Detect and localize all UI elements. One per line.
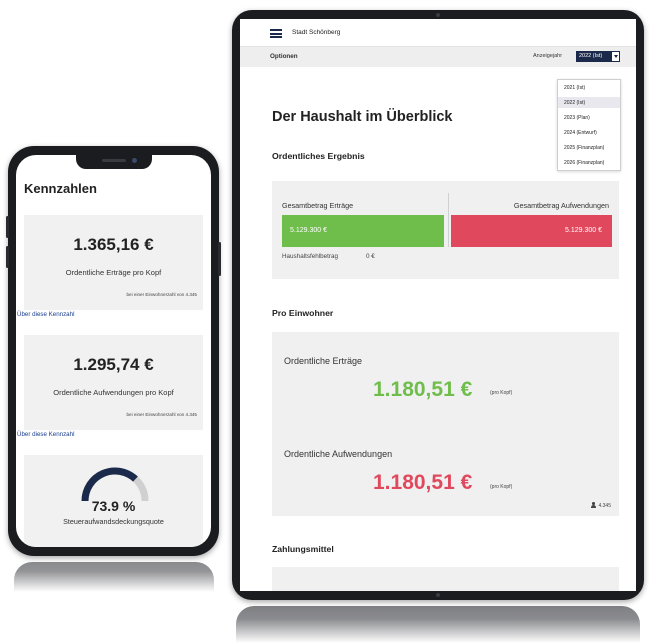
kennzahl-note: bei einer Einwohnerzahl von 4.345 [126, 412, 198, 417]
kennzahl-label: Ordentliche Erträge pro Kopf [65, 268, 162, 277]
year-dropdown: 2021 (Ist) 2022 (Ist) 2023 (Plan) 2024 (… [557, 79, 621, 171]
year-select[interactable]: 2022 (Ist) [576, 51, 620, 62]
gauge [79, 463, 151, 503]
year-option[interactable]: 2021 (Ist) [558, 82, 620, 93]
section-title-ergebnis: Ordentliches Ergebnis [272, 151, 365, 161]
app-title: Stadt Schönberg [292, 29, 341, 36]
phone-device: Kennzahlen 1.365,16 € Ordentliche Erträg… [6, 146, 221, 556]
ew-aufwendungen-label: Ordentliche Aufwendungen [284, 449, 393, 459]
chevron-down-icon [611, 51, 620, 62]
phone-power-button [218, 242, 221, 276]
aufwendungen-label: Gesamtbetrag Aufwendungen [513, 201, 609, 210]
population-value: 4.345 [598, 503, 611, 509]
phone-reflection [14, 562, 214, 592]
phone-side-button [6, 246, 9, 268]
gauge-fill [81, 467, 138, 502]
aufwendungen-bar: 5.129.300 € [451, 215, 612, 247]
ertraege-label: Gesamtbetrag Erträge [282, 201, 354, 210]
tablet-screen: Stadt Schönberg Optionen Anzeigejahr 202… [240, 19, 636, 591]
year-option[interactable]: 2026 (Finanzplan) [558, 157, 620, 168]
ew-ertraege-label: Ordentliche Erträge [284, 356, 363, 366]
tablet-device: Stadt Schönberg Optionen Anzeigejahr 202… [232, 10, 644, 600]
pro-einwohner-panel: Ordentliche Erträge 1.180,51 € (pro Kopf… [272, 332, 619, 516]
year-option[interactable]: 2024 (Entwurf) [558, 127, 620, 138]
ergebnis-panel: Gesamtbetrag Erträge Gesamtbetrag Aufwen… [272, 181, 619, 279]
kennzahl-label: Ordentliche Aufwendungen pro Kopf [53, 388, 174, 397]
camera-icon [132, 158, 137, 163]
section-title-pro-einwohner: Pro Einwohner [272, 308, 334, 318]
ertraege-bar: 5.129.300 € [282, 215, 444, 247]
column-divider [448, 193, 449, 247]
speaker-icon [102, 159, 126, 162]
camera-icon [436, 13, 440, 17]
phone-side-button [6, 216, 9, 238]
aufwendungen-value: 5.129.300 € [565, 227, 602, 234]
options-toggle[interactable]: Optionen [270, 53, 298, 60]
page-title: Der Haushalt im Überblick [272, 109, 453, 125]
ew-ertraege-unit: (pro Kopf) [490, 390, 513, 396]
ew-aufwendungen-value: 1.180,51 € [373, 471, 473, 494]
fehlbetrag-label: Haushaltsfehlbetrag [282, 253, 339, 260]
section-title-zahlungsmittel: Zahlungsmittel [272, 544, 334, 554]
kennzahl-value: 1.295,74 € [73, 355, 154, 374]
phone-notch [76, 155, 152, 169]
year-select-value: 2022 (Ist) [579, 53, 603, 59]
kennzahl-note: bei einer Einwohnerzahl von 4.345 [126, 292, 198, 297]
phone-screen: Kennzahlen 1.365,16 € Ordentliche Erträg… [16, 155, 211, 547]
gauge-label: Steueraufwandsdeckungsquote [63, 517, 164, 526]
person-icon [590, 502, 597, 508]
home-indicator [436, 593, 440, 597]
ew-aufwendungen-unit: (pro Kopf) [490, 484, 513, 490]
zahlungsmittel-panel [272, 567, 619, 591]
app-header: Stadt Schönberg [240, 19, 636, 47]
kennzahl-value: 1.365,16 € [73, 235, 154, 254]
kennzahl-info-link[interactable]: Über diese Kennzahl [17, 431, 74, 438]
year-option[interactable]: 2023 (Plan) [558, 112, 620, 123]
kennzahl-card-ertraege: 1.365,16 € Ordentliche Erträge pro Kopf … [24, 215, 203, 310]
phone-page-title: Kennzahlen [24, 181, 97, 196]
population-badge: 4.345 [590, 502, 611, 509]
year-label: Anzeigejahr [533, 53, 563, 59]
options-bar: Optionen Anzeigejahr 2022 (Ist) [240, 47, 636, 67]
kennzahl-card-gauge: 73.9 % Steueraufwandsdeckungsquote [24, 455, 203, 547]
gauge-value: 73.9 % [91, 498, 136, 514]
hamburger-menu-icon[interactable] [270, 29, 282, 38]
fehlbetrag-value: 0 € [366, 253, 375, 260]
kennzahl-card-aufwendungen: 1.295,74 € Ordentliche Aufwendungen pro … [24, 335, 203, 430]
ertraege-value: 5.129.300 € [290, 227, 327, 234]
ew-ertraege-value: 1.180,51 € [373, 378, 473, 401]
tablet-reflection [236, 606, 640, 643]
year-option[interactable]: 2025 (Finanzplan) [558, 142, 620, 153]
year-option[interactable]: 2022 (Ist) [558, 97, 620, 108]
kennzahl-info-link[interactable]: Über diese Kennzahl [17, 311, 74, 318]
